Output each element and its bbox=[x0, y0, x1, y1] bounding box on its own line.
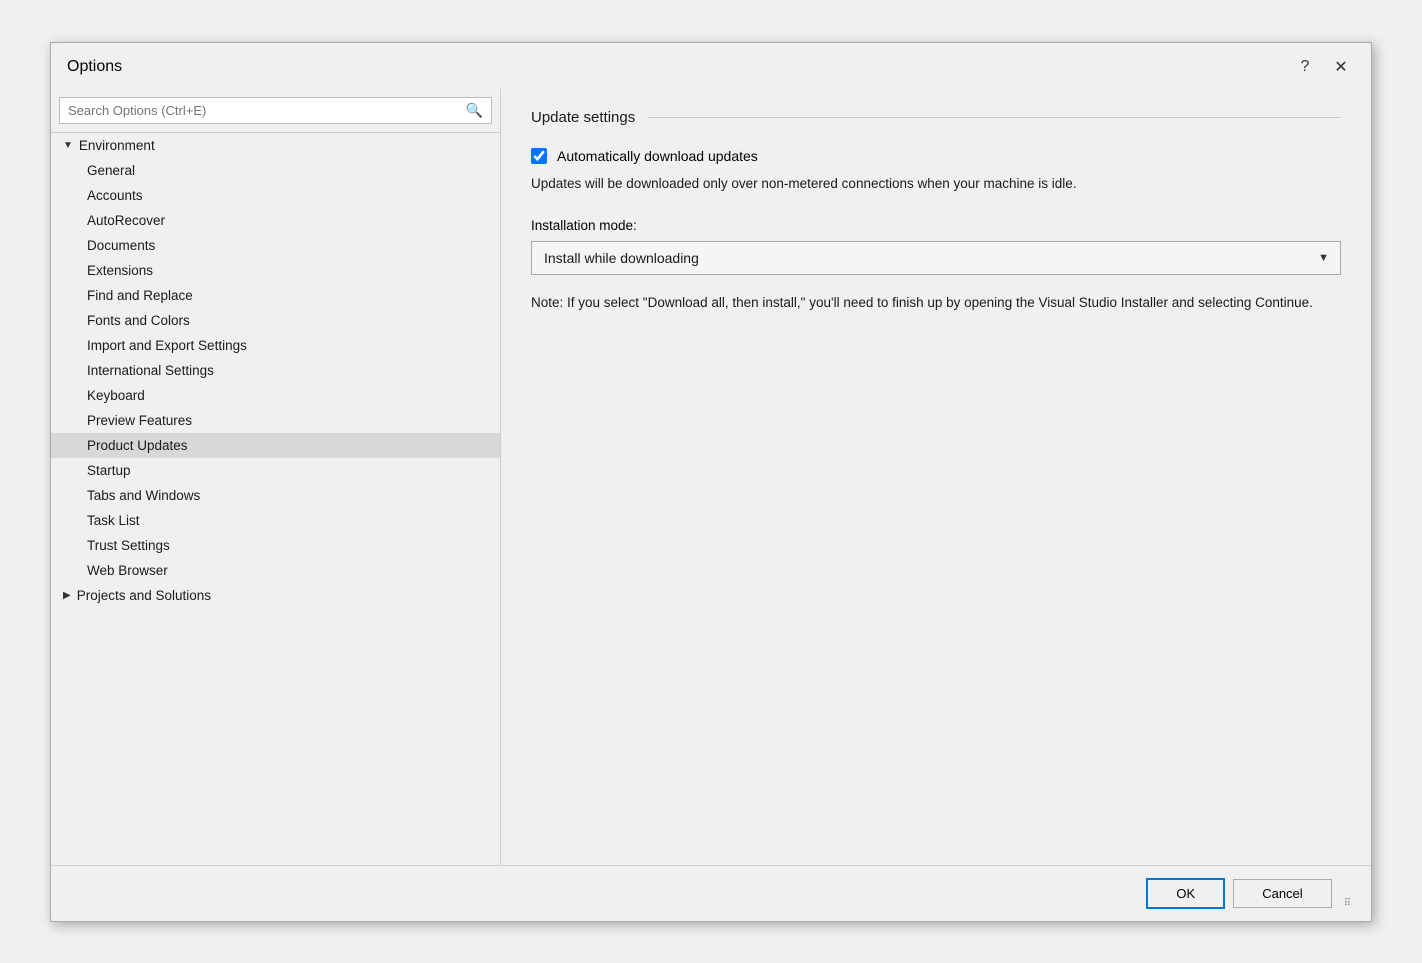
tree-item-international[interactable]: International Settings bbox=[51, 358, 500, 383]
install-mode-label: Installation mode: bbox=[531, 218, 1341, 233]
search-icon: 🔍 bbox=[466, 102, 483, 119]
tree-label: Startup bbox=[87, 463, 131, 478]
tree-item-startup[interactable]: Startup bbox=[51, 458, 500, 483]
search-input[interactable] bbox=[68, 103, 466, 118]
tree-label: Tabs and Windows bbox=[87, 488, 200, 503]
cancel-button[interactable]: Cancel bbox=[1233, 879, 1331, 908]
tree-item-projects-solutions[interactable]: ▶ Projects and Solutions bbox=[51, 583, 500, 608]
section-header: Update settings bbox=[531, 109, 1341, 126]
tree-item-autorecover[interactable]: AutoRecover bbox=[51, 208, 500, 233]
tree-item-find-replace[interactable]: Find and Replace bbox=[51, 283, 500, 308]
titlebar: Options ? ✕ bbox=[51, 43, 1371, 89]
search-input-wrap: 🔍 bbox=[59, 97, 492, 124]
tree-item-fonts-colors[interactable]: Fonts and Colors bbox=[51, 308, 500, 333]
tree-item-import-export[interactable]: Import and Export Settings bbox=[51, 333, 500, 358]
auto-download-label: Automatically download updates bbox=[557, 148, 758, 164]
tree-label: Accounts bbox=[87, 188, 143, 203]
tree-label: Fonts and Colors bbox=[87, 313, 190, 328]
left-panel: 🔍 ▼ Environment General Accounts AutoRec… bbox=[51, 89, 501, 865]
tree-label: Extensions bbox=[87, 263, 153, 278]
options-dialog: Options ? ✕ 🔍 ▼ Environment bbox=[50, 42, 1372, 922]
tree-label: Preview Features bbox=[87, 413, 192, 428]
tree-item-task-list[interactable]: Task List bbox=[51, 508, 500, 533]
right-panel: Update settings Automatically download u… bbox=[501, 89, 1371, 865]
tree-area[interactable]: ▼ Environment General Accounts AutoRecov… bbox=[51, 133, 500, 865]
tree-label-projects: Projects and Solutions bbox=[77, 588, 211, 603]
section-divider bbox=[647, 117, 1341, 118]
tree-item-documents[interactable]: Documents bbox=[51, 233, 500, 258]
tree-item-tabs-windows[interactable]: Tabs and Windows bbox=[51, 483, 500, 508]
tree-label: International Settings bbox=[87, 363, 214, 378]
install-mode-select[interactable]: Install while downloading Download all, … bbox=[531, 241, 1341, 275]
dialog-title: Options bbox=[67, 58, 122, 76]
tree-label: Web Browser bbox=[87, 563, 168, 578]
tree-item-accounts[interactable]: Accounts bbox=[51, 183, 500, 208]
tree-item-web-browser[interactable]: Web Browser bbox=[51, 558, 500, 583]
resize-grip-icon: ⠿ bbox=[1344, 898, 1351, 909]
tree-label: Product Updates bbox=[87, 438, 188, 453]
tree-label: Import and Export Settings bbox=[87, 338, 247, 353]
tree-label-environment: Environment bbox=[79, 138, 155, 153]
tree-label: AutoRecover bbox=[87, 213, 165, 228]
titlebar-controls: ? ✕ bbox=[1291, 53, 1355, 81]
tree-item-preview-features[interactable]: Preview Features bbox=[51, 408, 500, 433]
help-button[interactable]: ? bbox=[1291, 53, 1319, 81]
tree-item-extensions[interactable]: Extensions bbox=[51, 258, 500, 283]
tree-item-general[interactable]: General bbox=[51, 158, 500, 183]
ok-button[interactable]: OK bbox=[1146, 878, 1225, 909]
tree-label: Trust Settings bbox=[87, 538, 170, 553]
tree-item-trust-settings[interactable]: Trust Settings bbox=[51, 533, 500, 558]
expand-arrow: ▼ bbox=[63, 140, 73, 151]
tree-label: Task List bbox=[87, 513, 140, 528]
note-text: Note: If you select "Download all, then … bbox=[531, 293, 1341, 313]
install-select-wrap: Install while downloading Download all, … bbox=[531, 241, 1341, 275]
tree-label: General bbox=[87, 163, 135, 178]
dialog-footer: OK Cancel ⠿ bbox=[51, 865, 1371, 921]
auto-download-row: Automatically download updates bbox=[531, 148, 1341, 164]
search-box: 🔍 bbox=[51, 89, 500, 133]
close-button[interactable]: ✕ bbox=[1327, 53, 1355, 81]
tree-item-environment[interactable]: ▼ Environment bbox=[51, 133, 500, 158]
expand-arrow-projects: ▶ bbox=[63, 590, 71, 601]
auto-download-checkbox[interactable] bbox=[531, 148, 547, 164]
update-desc-text: Updates will be downloaded only over non… bbox=[531, 174, 1341, 194]
dialog-body: 🔍 ▼ Environment General Accounts AutoRec… bbox=[51, 89, 1371, 865]
tree-label: Find and Replace bbox=[87, 288, 193, 303]
tree-item-product-updates[interactable]: Product Updates bbox=[51, 433, 500, 458]
section-title: Update settings bbox=[531, 109, 635, 126]
tree-item-keyboard[interactable]: Keyboard bbox=[51, 383, 500, 408]
tree-label: Keyboard bbox=[87, 388, 145, 403]
tree-label: Documents bbox=[87, 238, 155, 253]
